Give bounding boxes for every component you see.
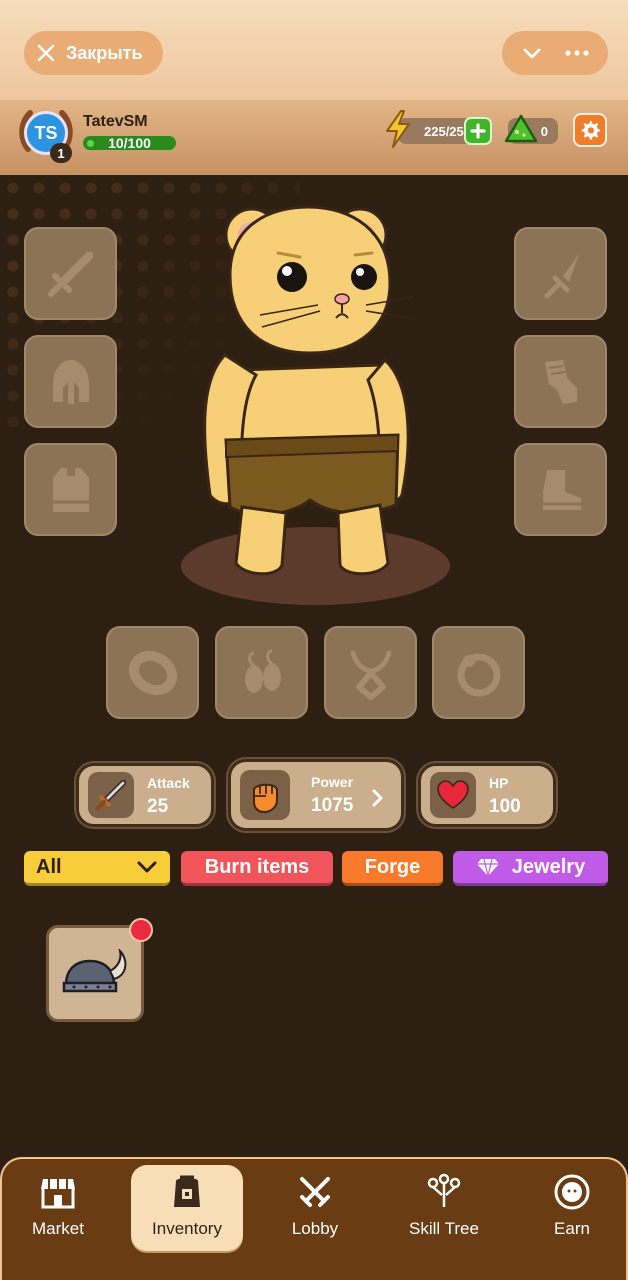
forge-label: Forge bbox=[364, 855, 421, 878]
hamster-character bbox=[203, 205, 417, 576]
heart-icon bbox=[437, 780, 469, 809]
offhand-slot[interactable] bbox=[514, 227, 607, 320]
hp-label: HP bbox=[489, 775, 509, 791]
sword-icon bbox=[96, 780, 126, 810]
attack-stat: Attack 25 bbox=[76, 763, 214, 827]
burn-items-label: Burn items bbox=[204, 855, 310, 878]
bracelet-slot[interactable] bbox=[106, 626, 199, 719]
nav-lobby[interactable]: Lobby bbox=[259, 1165, 371, 1251]
more-icon[interactable] bbox=[563, 41, 591, 65]
bracelet-icon bbox=[128, 650, 177, 695]
nav-earn[interactable]: Earn bbox=[516, 1165, 628, 1251]
new-item-badge bbox=[129, 918, 153, 942]
power-label: Power bbox=[311, 774, 354, 790]
power-icon-box bbox=[240, 770, 290, 820]
skill-tree-icon bbox=[427, 1173, 461, 1207]
lightning-icon bbox=[386, 110, 410, 148]
character-area bbox=[0, 175, 628, 735]
dagger-icon bbox=[544, 253, 579, 298]
category-selected: All bbox=[36, 855, 62, 878]
hp-stat: HP 100 bbox=[418, 763, 556, 827]
hp-value: 100 bbox=[489, 796, 521, 817]
market-icon bbox=[41, 1179, 75, 1209]
username: TatevSM bbox=[83, 113, 148, 130]
power-value: 1075 bbox=[311, 795, 354, 816]
close-button[interactable]: Закрыть bbox=[24, 31, 163, 75]
chevron-down-icon[interactable] bbox=[520, 41, 544, 65]
jewelry-button[interactable]: Jewelry bbox=[453, 851, 608, 886]
earrings-icon bbox=[244, 649, 281, 693]
gem-value: 0 bbox=[540, 123, 548, 139]
attack-value: 25 bbox=[147, 796, 169, 817]
close-icon bbox=[37, 44, 55, 62]
earrings-slot[interactable] bbox=[215, 626, 308, 719]
helmet-icon bbox=[52, 359, 89, 404]
gauntlet-icon bbox=[544, 359, 577, 404]
plus-icon bbox=[470, 123, 486, 139]
nav-skill-tree[interactable]: Skill Tree bbox=[388, 1165, 500, 1251]
settings-button[interactable] bbox=[573, 113, 607, 147]
nav-inventory[interactable]: Inventory bbox=[131, 1165, 243, 1251]
nav-lobby-label: Lobby bbox=[291, 1219, 339, 1238]
necklace-slot[interactable] bbox=[324, 626, 417, 719]
telegram-menu-pill bbox=[502, 31, 608, 75]
close-label: Закрыть bbox=[66, 42, 143, 63]
nav-market[interactable]: Market bbox=[2, 1165, 114, 1251]
ring-icon bbox=[457, 653, 500, 696]
level-badge: 1 bbox=[50, 143, 72, 163]
nav-market-label: Market bbox=[32, 1219, 84, 1238]
xp-progress: 10/100 bbox=[83, 135, 176, 151]
inventory-item[interactable] bbox=[46, 925, 144, 1022]
coin-icon bbox=[554, 1174, 590, 1210]
attack-label: Attack bbox=[147, 775, 190, 791]
backpack-icon bbox=[174, 1175, 200, 1207]
armor-slot[interactable] bbox=[24, 443, 117, 536]
ring-slot[interactable] bbox=[432, 626, 525, 719]
green-gem-icon bbox=[504, 114, 538, 143]
xp-indicator bbox=[87, 140, 94, 147]
fist-icon bbox=[253, 783, 278, 814]
viking-helmet-icon bbox=[62, 948, 127, 992]
forge-button[interactable]: Forge bbox=[342, 851, 443, 886]
nav-skill-tree-label: Skill Tree bbox=[409, 1219, 479, 1238]
boot-icon bbox=[542, 469, 581, 510]
gear-icon bbox=[581, 120, 601, 140]
nav-inventory-label: Inventory bbox=[152, 1219, 222, 1238]
chevron-right-icon bbox=[372, 789, 383, 807]
diamond-icon bbox=[476, 858, 499, 877]
boots-slot[interactable] bbox=[514, 443, 607, 536]
crossed-swords-icon bbox=[300, 1177, 330, 1207]
weapon-slot[interactable] bbox=[24, 227, 117, 320]
burn-items-button[interactable]: Burn items bbox=[181, 851, 333, 886]
helmet-slot[interactable] bbox=[24, 335, 117, 428]
add-energy-button[interactable] bbox=[464, 117, 492, 145]
sword-icon bbox=[47, 251, 93, 297]
chevron-down-icon bbox=[137, 861, 157, 873]
category-dropdown[interactable]: All bbox=[24, 851, 170, 886]
gloves-slot[interactable] bbox=[514, 335, 607, 428]
vest-icon bbox=[52, 467, 89, 512]
jewelry-label: Jewelry bbox=[511, 855, 586, 878]
attack-icon-box bbox=[88, 772, 134, 818]
hp-icon-box bbox=[430, 772, 476, 818]
nav-earn-label: Earn bbox=[554, 1219, 590, 1238]
power-stat-button[interactable]: Power 1075 bbox=[228, 759, 404, 831]
necklace-icon bbox=[350, 650, 391, 700]
